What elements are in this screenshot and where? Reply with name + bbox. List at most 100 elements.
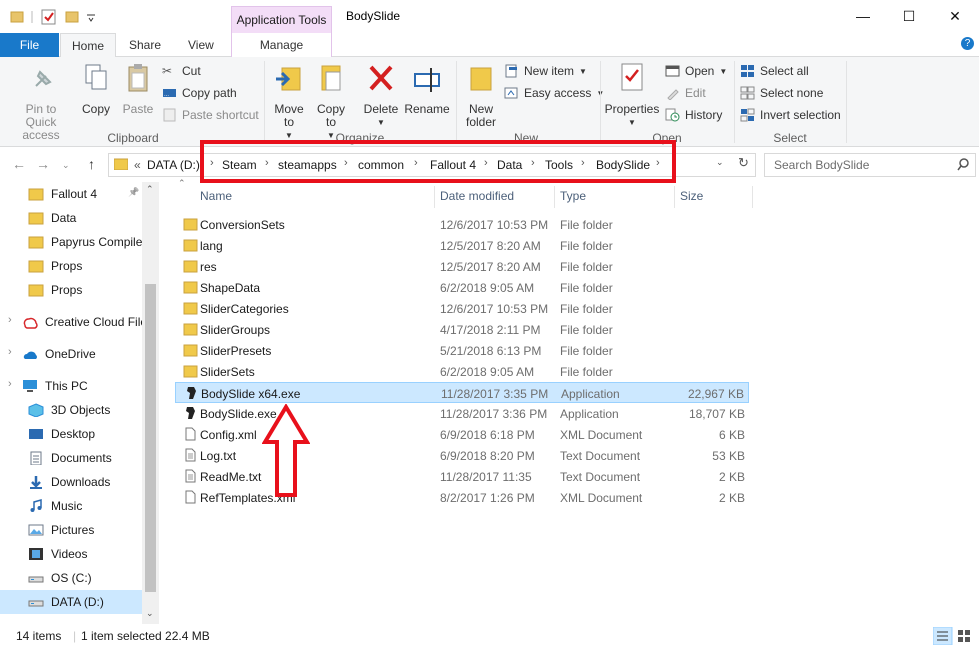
select-all-button[interactable]: Select all [740, 64, 809, 78]
nav-item[interactable]: DATA (D:) [0, 590, 142, 614]
minimize-button[interactable]: — [840, 0, 886, 32]
nav-item[interactable]: Creative Cloud Files › [0, 310, 142, 334]
column-header-name[interactable]: Name [200, 186, 232, 208]
invert-selection-label: Invert selection [760, 108, 841, 122]
nav-item[interactable]: Fallout 4 📌 [0, 182, 142, 206]
nav-item[interactable]: Props [0, 254, 142, 278]
file-row[interactable]: SliderPresets 5/21/2018 6:13 PM File folde… [175, 340, 749, 361]
file-row[interactable]: SliderCategories 12/6/2017 10:53 PM File f… [175, 298, 749, 319]
file-date-modified: 6/2/2018 9:05 AM [440, 365, 535, 379]
new-folder-button[interactable]: New folder [462, 62, 500, 129]
edit-button[interactable]: Edit [665, 86, 706, 100]
nav-item[interactable]: 3D Objects [0, 398, 142, 422]
file-row[interactable]: ConversionSets 12/6/2017 10:53 PM File fol… [175, 214, 749, 235]
navigation-scrollbar[interactable]: ⌃ ⌄ [142, 182, 159, 624]
paste-shortcut-button[interactable]: Paste shortcut [162, 108, 259, 122]
properties-button[interactable]: Properties ▼ [604, 62, 660, 129]
easy-access-button[interactable]: Easy access▼ [504, 86, 604, 100]
paste-button[interactable]: Paste [119, 62, 157, 116]
column-divider[interactable] [554, 186, 555, 208]
nav-item[interactable]: OS (C:) [0, 566, 142, 590]
maximize-button[interactable]: ☐ [886, 0, 932, 32]
nav-item[interactable]: Data [0, 206, 142, 230]
nav-item[interactable]: Videos [0, 542, 142, 566]
tab-file[interactable]: File [0, 33, 59, 57]
expand-chevron-icon[interactable]: › [8, 378, 12, 390]
scrollbar-thumb[interactable] [145, 284, 156, 592]
paste-label: Paste [122, 102, 154, 116]
column-header-size[interactable]: Size [680, 186, 703, 208]
cut-button[interactable]: ✂ Cut [162, 64, 201, 78]
music-icon [30, 499, 42, 512]
nav-item[interactable]: OneDrive › [0, 342, 142, 366]
column-header-date[interactable]: Date modified [440, 186, 514, 208]
pin-to-quick-access-button[interactable]: Pin to Quick access [6, 62, 76, 142]
scroll-up-icon[interactable]: ⌃ [146, 184, 154, 195]
column-divider[interactable] [434, 186, 435, 208]
text-document-icon [185, 469, 196, 483]
up-arrow-icon[interactable]: ↑ [88, 156, 95, 172]
onedrive-icon [23, 351, 37, 359]
help-icon[interactable]: ? [961, 37, 974, 50]
rename-button[interactable]: Rename [404, 62, 450, 116]
file-row[interactable]: BodySlide x64.exe 11/28/2017 3:35 PM Appli… [175, 382, 749, 403]
file-date-modified: 6/2/2018 9:05 AM [440, 281, 535, 295]
tab-share[interactable]: Share [129, 33, 161, 57]
file-row[interactable]: ShapeData 6/2/2018 9:05 AM File folder [175, 277, 749, 298]
column-header-type[interactable]: Type [560, 186, 586, 208]
tab-home[interactable]: Home [60, 33, 116, 58]
nav-item[interactable]: Documents [0, 446, 142, 470]
search-icon[interactable] [957, 158, 970, 171]
quick-access-toolbar[interactable] [10, 9, 100, 25]
copy-path-icon: ... [163, 89, 176, 98]
nav-item[interactable]: Downloads [0, 470, 142, 494]
file-date-modified: 12/5/2017 8:20 AM [440, 239, 541, 253]
nav-item[interactable]: Props [0, 278, 142, 302]
nav-item[interactable]: Papyrus Compiler [0, 230, 142, 254]
expand-chevron-icon[interactable]: › [8, 314, 12, 326]
scroll-down-icon[interactable]: ⌄ [146, 608, 154, 619]
pencil-icon [667, 89, 679, 100]
open-button[interactable]: Open ▼ [665, 64, 727, 78]
move-to-button[interactable]: Move to ▼ [270, 62, 308, 142]
nav-item[interactable]: This PC › [0, 374, 142, 398]
overflow-prefix[interactable]: « [134, 158, 141, 172]
file-row[interactable]: SliderSets 6/2/2018 9:05 AM File folder [175, 361, 749, 382]
forward-arrow-icon[interactable]: → [36, 156, 50, 172]
breadcrumb-data-drive[interactable]: DATA (D:) [147, 158, 200, 172]
refresh-icon[interactable]: ↻ [738, 155, 749, 171]
delete-button[interactable]: Delete ▼ [362, 62, 400, 129]
column-divider[interactable] [752, 186, 753, 208]
copy-path-button[interactable]: ... Copy path [162, 86, 237, 100]
videos-icon [29, 548, 43, 560]
invert-selection-button[interactable]: Invert selection [740, 108, 841, 122]
nav-item[interactable]: Desktop [0, 422, 142, 446]
file-row[interactable]: lang 12/5/2017 8:20 AM File folder [175, 235, 749, 256]
tab-view[interactable]: View [188, 33, 214, 57]
close-button[interactable]: ✕ [932, 0, 978, 32]
copy-to-button[interactable]: Copy to ▼ [312, 62, 350, 142]
rename-icon [414, 68, 440, 92]
file-row[interactable]: SliderGroups 4/17/2018 2:11 PM File folder [175, 319, 749, 340]
new-item-button[interactable]: New item ▼ [504, 64, 587, 78]
tab-manage[interactable]: Manage [231, 33, 332, 57]
select-none-button[interactable]: Select none [740, 86, 823, 100]
file-row[interactable]: res 12/5/2017 8:20 AM File folder [175, 256, 749, 277]
context-tab-application-tools: Application Tools [231, 6, 332, 33]
copy-button[interactable]: Copy [78, 62, 114, 116]
recent-locations-chevron-icon[interactable]: ⌄ [62, 160, 70, 171]
back-arrow-icon[interactable]: ← [12, 156, 26, 172]
expand-chevron-icon[interactable]: › [8, 346, 12, 358]
file-date-modified: 8/2/2017 1:26 PM [440, 491, 535, 505]
dropdown-arrow-icon: ▼ [579, 66, 587, 76]
view-toggle[interactable] [933, 627, 973, 645]
nav-item[interactable]: Music [0, 494, 142, 518]
status-bar: 14 items | 1 item selected 22.4 MB [0, 624, 979, 647]
ribbon-separator [846, 61, 847, 143]
address-dropdown-icon[interactable]: ⌄ [716, 157, 724, 168]
history-button[interactable]: History [665, 108, 722, 122]
paste-shortcut-icon [163, 108, 176, 122]
nav-item[interactable]: Pictures [0, 518, 142, 542]
search-input[interactable]: Search BodySlide [764, 153, 976, 177]
column-divider[interactable] [674, 186, 675, 208]
